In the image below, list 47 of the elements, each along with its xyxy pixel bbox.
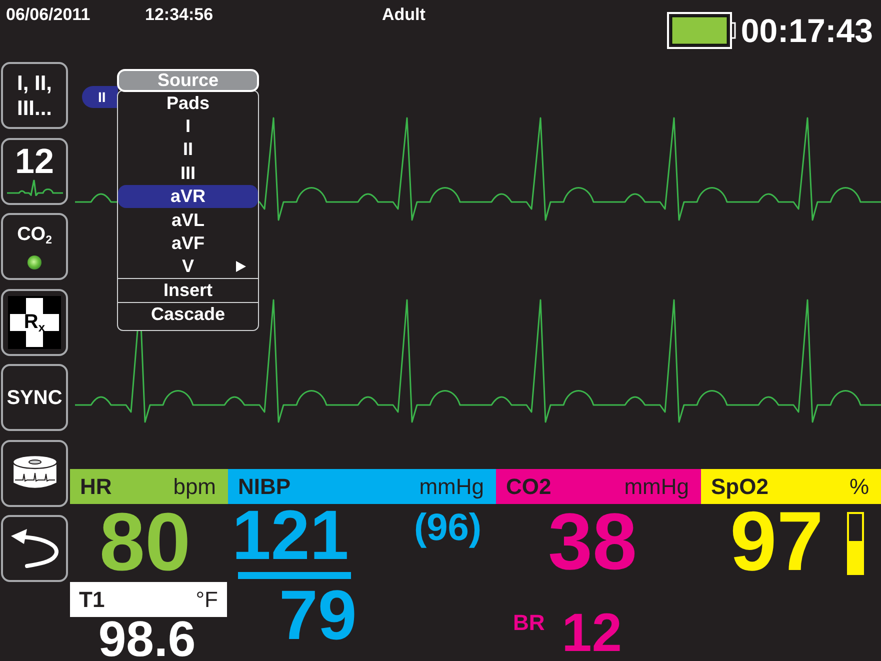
- menu-item[interactable]: aVL: [118, 208, 258, 232]
- print-button[interactable]: [1, 440, 68, 506]
- temperature-label: T1: [79, 586, 105, 612]
- parameter-label: CO2: [506, 474, 552, 500]
- menu-item[interactable]: Pads: [118, 91, 258, 114]
- parameter-label: HR: [80, 474, 112, 500]
- diastolic-value: 79: [279, 584, 357, 646]
- menu-title: Source: [117, 69, 259, 92]
- breath-rate-label: BR: [513, 612, 545, 634]
- menu-item[interactable]: V: [118, 254, 258, 278]
- heart-rate-value: 80: [98, 504, 191, 582]
- date-text: 06/06/2011: [6, 6, 92, 23]
- patient-type: Adult: [382, 6, 426, 23]
- menu-item[interactable]: Cascade: [118, 302, 258, 325]
- back-button[interactable]: [1, 515, 68, 582]
- battery-icon: [666, 12, 736, 49]
- mean-pressure-value: (96): [414, 509, 482, 547]
- unit-label: °F: [196, 586, 218, 612]
- back-arrow-icon: [10, 528, 60, 568]
- temperature-value: 98.6: [97, 617, 197, 661]
- menu-item[interactable]: aVR: [118, 184, 258, 208]
- menu-item[interactable]: aVF: [118, 231, 258, 255]
- elapsed-timer: 00:17:43: [740, 14, 873, 47]
- spo2-value: 97: [730, 505, 824, 577]
- menu-item[interactable]: I: [118, 114, 258, 138]
- ecg-icon: [6, 178, 62, 196]
- unit-label: %: [849, 474, 869, 500]
- parameter-label: SpO2: [711, 474, 768, 500]
- rx-button[interactable]: R$_{x}$: [1, 288, 68, 356]
- medical-cross-icon: [8, 296, 61, 348]
- menu-item[interactable]: Insert: [118, 278, 258, 302]
- twelve-lead-button[interactable]: 12: [1, 138, 68, 204]
- submenu-arrow-icon: [236, 260, 246, 272]
- co2-value: 38: [548, 507, 637, 577]
- co2-button[interactable]: CO$_{2}$: [1, 213, 68, 280]
- menu-item[interactable]: III: [118, 161, 258, 185]
- lead-label: II: [82, 86, 118, 108]
- sync-button[interactable]: SYNC: [1, 364, 68, 431]
- clock-time: 12:34:56: [145, 6, 214, 23]
- unit-label: bpm: [173, 474, 216, 500]
- menu-item[interactable]: II: [118, 138, 258, 162]
- systolic-value: 121: [232, 504, 349, 566]
- unit-label: mmHg: [624, 474, 689, 500]
- breath-rate-value: 12: [562, 609, 622, 657]
- lead-select-button[interactable]: I, II, III...: [1, 62, 68, 129]
- parameter-label: NIBP: [238, 474, 291, 500]
- unit-label: mmHg: [419, 474, 484, 500]
